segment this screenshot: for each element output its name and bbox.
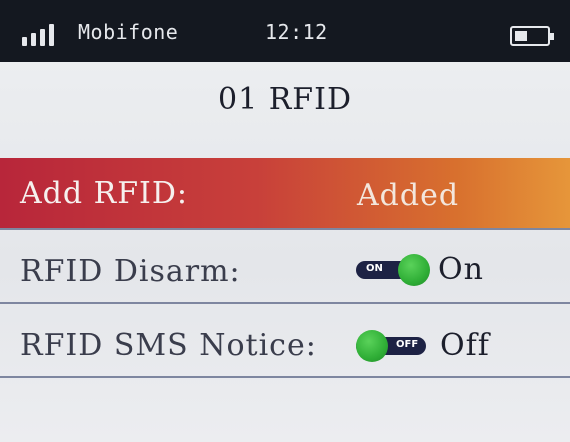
status-bar: Mobifone 12:12 — [0, 0, 570, 62]
toggle-state-text: Off — [440, 328, 490, 363]
device-screen: Mobifone 12:12 01 RFID Add RFID: Added R… — [0, 0, 570, 442]
disarm-toggle[interactable]: ON — [356, 252, 430, 286]
status-time: 12:12 — [265, 20, 328, 44]
sms-notice-toggle[interactable]: OFF — [356, 328, 430, 362]
setting-label: RFID Disarm: — [20, 254, 241, 289]
signal-icon — [22, 24, 62, 46]
setting-label: Add RFID: — [20, 176, 189, 211]
setting-row-add-rfid[interactable]: Add RFID: Added — [0, 158, 570, 228]
toggle-text: OFF — [396, 339, 419, 350]
battery-icon — [510, 26, 554, 46]
setting-label: RFID SMS Notice: — [20, 328, 317, 363]
toggle-state-text: On — [438, 252, 484, 287]
divider — [0, 228, 570, 230]
setting-row-rfid-disarm[interactable]: RFID Disarm: ON On — [0, 240, 570, 300]
toggle-text: ON — [366, 263, 383, 274]
setting-row-rfid-sms-notice[interactable]: RFID SMS Notice: OFF Off — [0, 318, 570, 378]
divider — [0, 302, 570, 304]
page-title: 01 RFID — [217, 82, 353, 117]
carrier-name: Mobifone — [78, 20, 179, 44]
toggle-knob — [356, 330, 388, 362]
toggle-knob — [398, 254, 430, 286]
setting-value: Added — [357, 178, 460, 213]
divider — [0, 376, 570, 378]
